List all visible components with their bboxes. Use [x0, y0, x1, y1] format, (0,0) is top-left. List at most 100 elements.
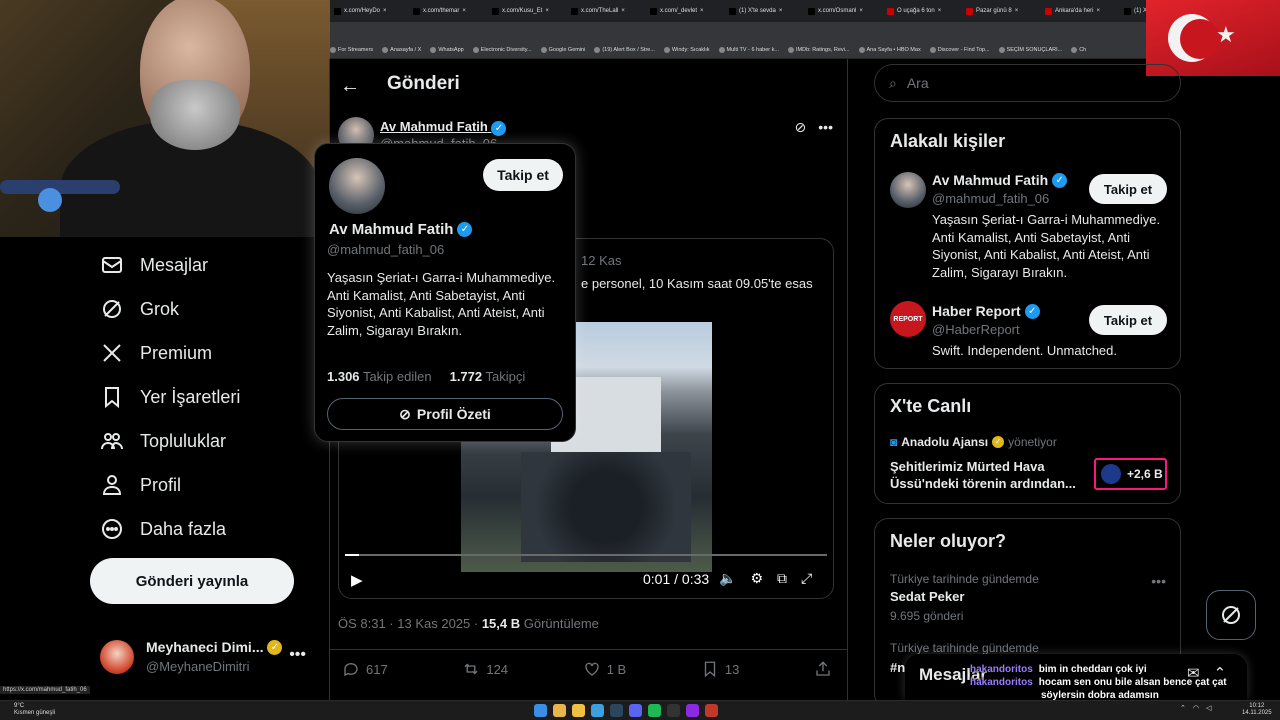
- person-handle[interactable]: @mahmud_fatih_06: [932, 191, 1049, 206]
- folder-icon[interactable]: [572, 704, 585, 717]
- nav-item-communities[interactable]: Topluluklar: [100, 427, 226, 455]
- nav-item-more[interactable]: Daha fazla: [100, 515, 226, 543]
- windows-start-icon[interactable]: [534, 704, 547, 717]
- profile-summary-button[interactable]: ⊘ Profil Özeti: [327, 398, 563, 430]
- back-arrow-icon[interactable]: ←: [340, 75, 360, 98]
- browser-tab[interactable]: O uçağa 6 ton ×: [883, 2, 961, 20]
- bookmark-item[interactable]: (19) Alert Box / Stre...: [594, 47, 655, 53]
- share-button[interactable]: [814, 657, 832, 681]
- profile-hovercard[interactable]: Takip et Av Mahmud Fatih ✓ @mahmud_fatih_…: [314, 143, 576, 442]
- fullscreen-icon[interactable]: ⤢: [801, 570, 812, 587]
- nav-item-premium[interactable]: Premium: [100, 339, 212, 367]
- more-icon[interactable]: •••: [289, 646, 306, 664]
- chrome-icon[interactable]: [553, 704, 566, 717]
- tab-close-icon[interactable]: ×: [545, 8, 549, 14]
- account-switcher[interactable]: Meyhaneci Dimi... ✓ @MeyhaneDimitri •••: [100, 636, 320, 678]
- follow-button[interactable]: Takip et: [483, 159, 563, 191]
- speaker-icon[interactable]: ◁: [1206, 704, 1211, 712]
- browser-tab[interactable]: x.com/Osmanl ×: [804, 2, 882, 20]
- reply-button[interactable]: 617: [342, 657, 388, 681]
- browser-tab[interactable]: x.com/Kusu_Et ×: [488, 2, 566, 20]
- bookmark-item[interactable]: Ch: [1071, 47, 1086, 53]
- author-name-link[interactable]: Av Mahmud Fatih ✓: [380, 119, 507, 136]
- steam-icon[interactable]: [610, 704, 623, 717]
- avatar[interactable]: REPORT: [890, 301, 926, 337]
- live-listeners-badge[interactable]: +2,6 B: [1094, 458, 1167, 490]
- discord-icon[interactable]: [629, 704, 642, 717]
- live-headline[interactable]: Şehitlerimiz Mürted Hava Üssü'ndeki töre…: [890, 458, 1085, 492]
- tab-close-icon[interactable]: ×: [700, 8, 704, 14]
- play-icon[interactable]: ▶: [351, 571, 363, 589]
- browser-address-bar[interactable]: [330, 22, 1280, 42]
- tab-close-icon[interactable]: ×: [383, 8, 387, 14]
- repost-button[interactable]: 124: [462, 657, 508, 681]
- bookmark-item[interactable]: WhatsApp: [430, 47, 464, 53]
- bookmark-item[interactable]: Google Gemini: [540, 47, 585, 53]
- volume-icon[interactable]: 🔈: [719, 570, 736, 587]
- edge-icon[interactable]: [591, 704, 604, 717]
- bookmark-item[interactable]: Ana Sayfa • HBO Max: [858, 47, 921, 53]
- clock[interactable]: 10:12 14.11.2025: [1242, 703, 1272, 717]
- browser-tab[interactable]: x.com/_devlet ×: [646, 2, 724, 20]
- nav-item-bookmarks[interactable]: Yer İşaretleri: [100, 383, 240, 411]
- nav-item-messages[interactable]: Mesajlar: [100, 251, 208, 279]
- avatar[interactable]: [329, 158, 385, 214]
- follow-button[interactable]: Takip et: [1089, 305, 1167, 335]
- search-input[interactable]: ⌕ Ara: [874, 64, 1181, 102]
- grok-icon[interactable]: ⊘: [795, 119, 807, 136]
- follow-button[interactable]: Takip et: [1089, 174, 1167, 204]
- nav-item-grok[interactable]: Grok: [100, 295, 179, 323]
- browser-tab[interactable]: x.com/TheLall ×: [567, 2, 645, 20]
- app-icon[interactable]: [705, 704, 718, 717]
- following-stat[interactable]: 1.306 Takip edilen: [327, 369, 432, 384]
- hovercard-handle[interactable]: @mahmud_fatih_06: [327, 242, 444, 257]
- tab-close-icon[interactable]: ×: [1097, 8, 1101, 14]
- browser-tab[interactable]: x.com/HeyDo ×: [330, 2, 408, 20]
- chevron-up-icon[interactable]: ⌃: [1180, 704, 1186, 712]
- bookmark-item[interactable]: Windy: Sıcaklık: [663, 47, 710, 53]
- settings-icon[interactable]: ⚙: [750, 570, 763, 587]
- browser-tab[interactable]: Ankara'da heri ×: [1041, 2, 1119, 20]
- video-progress-bar[interactable]: [345, 554, 827, 556]
- bookmark-item[interactable]: IMDb: Ratings, Revi...: [788, 47, 850, 53]
- tab-close-icon[interactable]: ×: [1015, 8, 1019, 14]
- wifi-icon[interactable]: ◠: [1193, 704, 1199, 712]
- obs-icon[interactable]: [686, 704, 699, 717]
- hovercard-name[interactable]: Av Mahmud Fatih: [329, 221, 453, 238]
- post-timestamp[interactable]: ÖS 8:31 · 13 Kas 2025 ·: [338, 616, 482, 631]
- bookmark-item[interactable]: For Streamers: [330, 47, 373, 53]
- grok-float-button[interactable]: [1206, 590, 1256, 640]
- followers-stat[interactable]: 1.772 Takipçi: [450, 369, 526, 384]
- tab-close-icon[interactable]: ×: [779, 8, 783, 14]
- browser-tab[interactable]: x.com/themar ×: [409, 2, 487, 20]
- tab-close-icon[interactable]: ×: [462, 8, 466, 14]
- bookmark-item[interactable]: Anasayfa / X: [382, 47, 421, 53]
- person-name[interactable]: Haber Report: [932, 303, 1021, 319]
- tab-close-icon[interactable]: ×: [938, 8, 942, 14]
- person-name[interactable]: Av Mahmud Fatih: [932, 172, 1048, 188]
- bookmark-item[interactable]: Discover - Find Top...: [929, 47, 990, 53]
- weather-widget[interactable]: 9°C Kısmen güneşli: [14, 703, 55, 717]
- post-button[interactable]: Gönderi yayınla: [90, 558, 294, 604]
- avatar[interactable]: [890, 172, 926, 208]
- like-button[interactable]: 1 B: [583, 657, 626, 681]
- bookmark-button[interactable]: 13: [701, 657, 739, 681]
- bookmark-item[interactable]: SEÇİM SONUÇLARI...: [998, 47, 1062, 53]
- live-panel[interactable]: X'te Canlı ◙ Anadolu Ajansı ✓ yönetiyor …: [874, 383, 1181, 504]
- epic-icon[interactable]: [667, 704, 680, 717]
- browser-tab[interactable]: (1) X'te sevda ×: [725, 2, 803, 20]
- live-source[interactable]: ◙ Anadolu Ajansı ✓ yönetiyor: [890, 435, 1057, 449]
- pip-icon[interactable]: ⧉: [777, 570, 787, 587]
- person-name-row[interactable]: Av Mahmud Fatih ✓: [932, 172, 1068, 188]
- tab-close-icon[interactable]: ×: [859, 8, 863, 14]
- trend-title[interactable]: #n: [890, 660, 905, 675]
- bookmark-item[interactable]: Multi TV - 6 haber k...: [718, 47, 779, 53]
- more-icon[interactable]: •••: [818, 119, 833, 136]
- person-name-row[interactable]: Haber Report ✓: [932, 303, 1040, 319]
- tab-close-icon[interactable]: ×: [621, 8, 625, 14]
- person-handle[interactable]: @HaberReport: [932, 322, 1020, 337]
- bookmark-item[interactable]: Electronic Diversity...: [472, 47, 532, 53]
- hovercard-name-row[interactable]: Av Mahmud Fatih ✓: [329, 221, 473, 238]
- more-icon[interactable]: •••: [1151, 573, 1166, 589]
- trend-title[interactable]: Sedat Peker: [890, 589, 964, 604]
